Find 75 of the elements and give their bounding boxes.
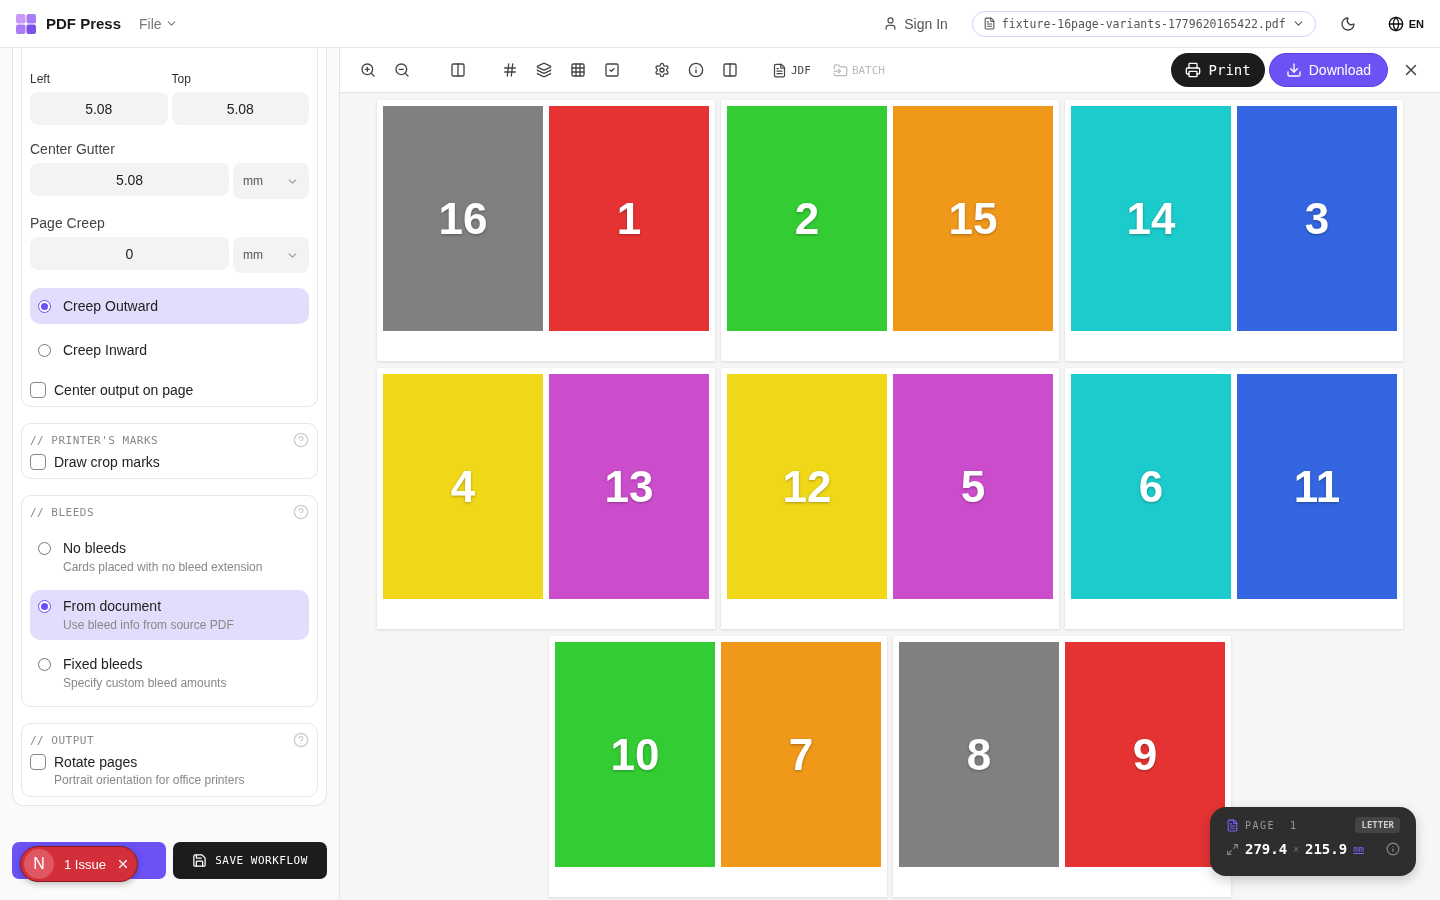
language-button[interactable]: EN	[1387, 15, 1424, 32]
jdf-button[interactable]: JDF	[772, 62, 811, 78]
page-thumbnail: 3	[1237, 106, 1397, 331]
issue-toast[interactable]: N 1 Issue	[20, 846, 138, 882]
zoom-out-icon[interactable]	[394, 62, 410, 78]
paper-size-badge: LETTER	[1355, 817, 1400, 833]
resize-icon	[1226, 842, 1239, 856]
document-icon	[772, 62, 787, 78]
input-field[interactable]: 5.08	[171, 92, 309, 125]
page-thumbnail: 4	[383, 374, 543, 599]
page-thumbnail: 15	[893, 106, 1053, 331]
field-label: Center Gutter	[30, 141, 116, 157]
input-field[interactable]: 0	[30, 237, 229, 270]
page-thumbnail: 10	[555, 642, 715, 867]
hash-icon[interactable]	[502, 62, 518, 78]
grid-icon[interactable]	[570, 62, 586, 78]
field-label: Left	[30, 72, 51, 86]
section-title: // OUTPUT	[30, 733, 95, 747]
checkbox-row[interactable]: Draw crop marks	[30, 454, 309, 470]
checkbox-row[interactable]: Center output on page	[30, 382, 309, 398]
save-workflow-button[interactable]: SAVE WORKFLOW	[173, 842, 327, 879]
checkbox-row[interactable]: Rotate pages	[30, 754, 309, 770]
moon-icon[interactable]	[1339, 15, 1356, 32]
user-icon	[883, 16, 899, 31]
document-selector[interactable]: fixture-16page-variants-1779620165422.pdf	[971, 10, 1316, 37]
section-title: // PRINTER'S MARKS	[30, 433, 159, 447]
zoom-in-icon[interactable]	[360, 62, 376, 78]
page-thumbnail: 2	[727, 106, 887, 331]
split-icon[interactable]	[722, 62, 738, 78]
app-name: PDF Press	[46, 15, 122, 32]
radio-option[interactable]: Creep Outward	[30, 288, 309, 324]
field-label: Top	[171, 72, 192, 86]
input-field[interactable]: 5.08	[30, 163, 229, 196]
settings-icon[interactable]	[654, 62, 670, 78]
app-logo	[16, 13, 36, 34]
columns-icon[interactable]	[450, 62, 466, 78]
printer-icon	[1184, 62, 1201, 78]
file-menu[interactable]: File	[139, 15, 178, 32]
times-sign: ×	[1293, 843, 1299, 855]
page-thumbnail: 16	[383, 106, 543, 331]
document-icon	[982, 17, 996, 30]
page-thumbnail: 11	[1237, 374, 1397, 599]
unit-label: mm	[1353, 844, 1364, 854]
radio-option[interactable]: From document Use bleed info from source PDF	[30, 590, 309, 640]
unit-dropdown[interactable]: mm	[233, 163, 309, 199]
page-thumbnail: 14	[1071, 106, 1231, 331]
page-thumbnail: 6	[1071, 374, 1231, 599]
page-thumbnail: 13	[549, 374, 709, 599]
info-icon[interactable]	[1386, 842, 1400, 856]
option-description: Portrait orientation for office printers	[54, 773, 245, 787]
section-title: // BLEEDS	[30, 505, 95, 519]
page-thumbnail: 8	[899, 642, 1059, 867]
print-button[interactable]: Print	[1170, 53, 1265, 87]
page-thumbnail: 1	[549, 106, 709, 331]
document-icon	[1226, 818, 1239, 832]
info-icon[interactable]	[688, 62, 704, 78]
input-field[interactable]: 5.08	[30, 92, 168, 125]
page-thumbnail: 7	[721, 642, 881, 867]
download-button[interactable]: Download	[1268, 53, 1388, 87]
radio-option[interactable]: Creep Inward	[30, 332, 309, 368]
radio-option[interactable]: Fixed bleeds Specify custom bleed amounts	[30, 648, 309, 698]
page-thumbnail: 12	[727, 374, 887, 599]
field-label: Page Creep	[30, 215, 106, 231]
folder-arrow-icon	[832, 62, 848, 78]
layers-icon[interactable]	[536, 62, 552, 78]
page-width: 279.4	[1245, 841, 1288, 857]
page-height: 215.9	[1305, 841, 1348, 857]
checkbox-icon[interactable]	[604, 62, 620, 78]
unit-dropdown[interactable]: mm	[233, 237, 309, 273]
sign-in-button[interactable]: Sign In	[877, 14, 954, 33]
page-thumbnail: 9	[1065, 642, 1225, 867]
download-icon	[1285, 62, 1302, 78]
page-label: PAGE 1	[1245, 819, 1298, 831]
page-thumbnail: 5	[893, 374, 1053, 599]
radio-option[interactable]: No bleeds Cards placed with no bleed extension	[30, 532, 309, 582]
